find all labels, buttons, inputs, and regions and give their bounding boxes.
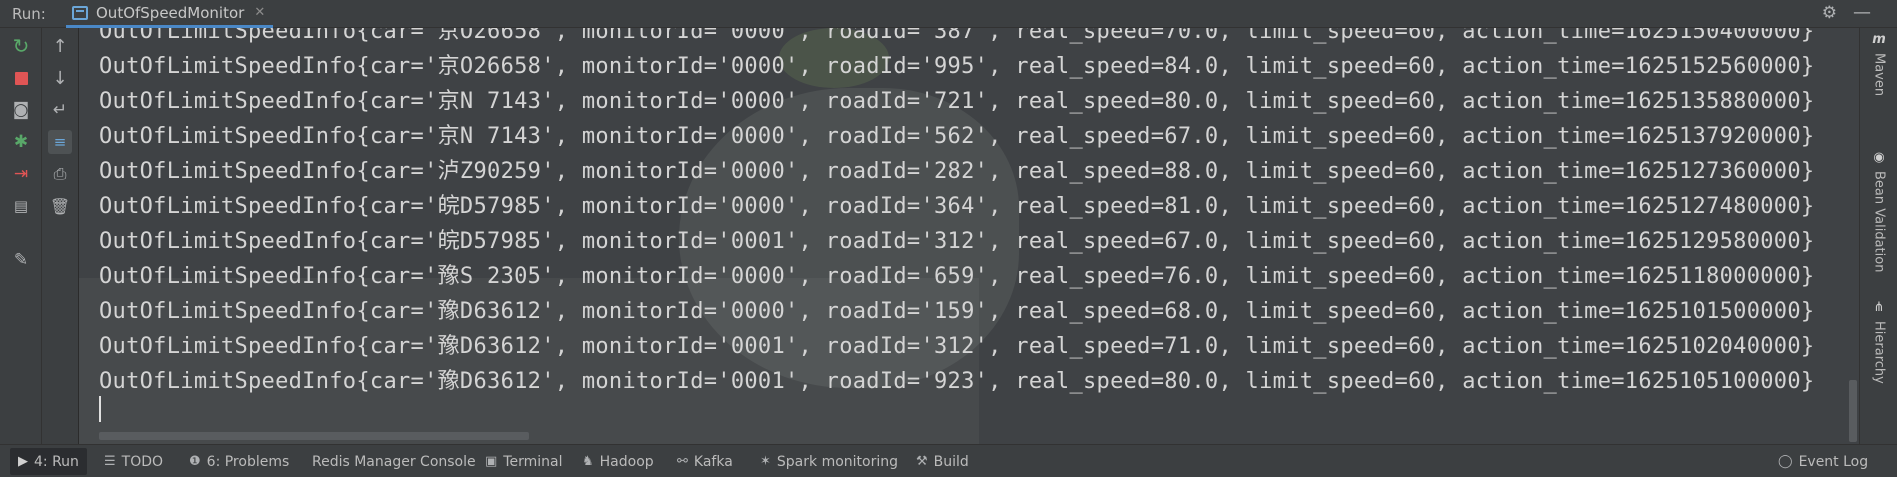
horizontal-scrollbar[interactable]	[99, 432, 529, 440]
terminal-icon: ▣	[485, 454, 498, 469]
bean-validation-label: Bean Validation	[1871, 171, 1887, 273]
text-caret	[99, 396, 101, 422]
tool-tab-event-log-label: Event Log	[1798, 453, 1869, 470]
pin-icon[interactable]: ✎	[9, 248, 33, 272]
trash-icon[interactable]: 🗑	[48, 194, 72, 218]
hierarchy-icon: ⋔	[1873, 300, 1885, 315]
console-line: OutOfLimitSpeedInfo{car='京O26658', monit…	[99, 54, 1815, 79]
tool-tab-terminal-label: Terminal	[503, 453, 563, 470]
camera-icon[interactable]: ◙	[9, 98, 33, 122]
run-actions-toolbar: ↻ ◙ ✱ ⇥ ▤ ✎	[0, 28, 42, 444]
kafka-icon: ⚯	[677, 454, 688, 469]
tool-tab-redis-label: Redis Manager Console	[312, 453, 476, 470]
play-icon: ▶	[18, 454, 28, 469]
print-icon[interactable]: ⎙	[48, 162, 72, 186]
tool-tab-spark[interactable]: ✶ Spark monitoring	[760, 445, 898, 477]
tool-tab-hadoop[interactable]: ♞ Hadoop	[582, 445, 654, 477]
hierarchy-tool-button[interactable]: ⋔ Hierarchy	[1864, 300, 1894, 384]
vertical-scrollbar[interactable]	[1849, 380, 1857, 442]
tool-tab-todo-label: TODO	[121, 453, 164, 470]
arrow-up-icon[interactable]: ↑	[48, 34, 72, 58]
console-line: OutOfLimitSpeedInfo{car='皖D57985', monit…	[99, 194, 1815, 219]
spark-icon: ✶	[760, 454, 771, 469]
tool-tab-terminal[interactable]: ▣ Terminal	[485, 445, 562, 477]
maven-label: Maven	[1871, 53, 1887, 97]
tool-tab-problems[interactable]: ❶ 6: Problems	[189, 445, 289, 477]
console-line: OutOfLimitSpeedInfo{car='京N 7143', monit…	[99, 124, 1815, 149]
hierarchy-label: Hierarchy	[1871, 321, 1887, 384]
console-line: OutOfLimitSpeedInfo{car='豫D63612', monit…	[99, 334, 1815, 359]
list-icon: ☰	[104, 454, 116, 469]
tool-tab-problems-label: 6: Problems	[206, 453, 290, 470]
tool-tab-spark-label: Spark monitoring	[776, 453, 898, 470]
tool-tab-redis[interactable]: Redis Manager Console	[312, 445, 476, 477]
tool-tab-event-log[interactable]: ◯ Event Log	[1778, 445, 1868, 477]
event-log-icon: ◯	[1778, 454, 1793, 469]
debug-icon[interactable]: ✱	[9, 130, 33, 154]
bottom-tool-bar: ▶ 4: Run ☰ TODO ❶ 6: Problems Redis Mana…	[0, 444, 1897, 477]
console-line: OutOfLimitSpeedInfo{car='豫D63612', monit…	[99, 299, 1815, 324]
console-output[interactable]: OutOfLimitSpeedInfo{car='京O26658', monit…	[79, 28, 1859, 444]
tool-tab-kafka[interactable]: ⚯ Kafka	[677, 445, 733, 477]
console-line: OutOfLimitSpeedInfo{car='京O26658', monit…	[99, 28, 1815, 44]
tool-tab-run[interactable]: ▶ 4: Run	[10, 448, 87, 475]
run-label: Run:	[12, 4, 46, 23]
rerun-icon[interactable]: ↻	[9, 34, 33, 58]
maven-icon: m	[1872, 32, 1886, 47]
exit-icon[interactable]: ⇥	[9, 162, 33, 186]
console-line: OutOfLimitSpeedInfo{car='京N 7143', monit…	[99, 89, 1815, 114]
console-line: OutOfLimitSpeedInfo{car='泸Z90259', monit…	[99, 159, 1815, 184]
right-tool-strip: m Maven ◉ Bean Validation ⋔ Hierarchy	[1859, 28, 1897, 444]
maven-tool-button[interactable]: m Maven	[1864, 32, 1894, 96]
scroll-to-end-icon[interactable]: ≡	[48, 130, 72, 154]
console-line: OutOfLimitSpeedInfo{car='豫S 2305', monit…	[99, 264, 1815, 289]
tool-tab-build[interactable]: ⚒ Build	[916, 445, 969, 477]
tool-tab-todo[interactable]: ☰ TODO	[104, 445, 163, 477]
soft-wrap-icon[interactable]: ↵	[48, 98, 72, 122]
close-icon[interactable]: ✕	[254, 5, 265, 20]
hadoop-icon: ♞	[582, 454, 594, 469]
tool-tab-hadoop-label: Hadoop	[599, 453, 654, 470]
tab-label: OutOfSpeedMonitor	[96, 3, 245, 22]
hammer-icon: ⚒	[916, 454, 928, 469]
tab-out-of-speed-monitor[interactable]: OutOfSpeedMonitor ✕	[66, 0, 274, 28]
run-config-icon	[72, 5, 88, 20]
console-line: OutOfLimitSpeedInfo{car='皖D57985', monit…	[99, 229, 1815, 254]
layout-icon[interactable]: ▤	[9, 194, 33, 218]
tool-tab-build-label: Build	[933, 453, 969, 470]
bean-icon: ◉	[1873, 150, 1885, 165]
info-icon: ❶	[189, 454, 201, 469]
tool-tab-kafka-label: Kafka	[693, 453, 733, 470]
tool-tab-run-label: 4: Run	[34, 453, 79, 470]
bean-validation-tool-button[interactable]: ◉ Bean Validation	[1864, 150, 1894, 272]
gear-icon[interactable]: ⚙	[1822, 3, 1837, 23]
console-lines: OutOfLimitSpeedInfo{car='京O26658', monit…	[99, 28, 1814, 399]
minimize-icon[interactable]: —	[1853, 2, 1871, 23]
stop-icon[interactable]	[9, 66, 33, 90]
console-actions-toolbar: ↑ ↓ ↵ ≡ ⎙ 🗑	[42, 28, 79, 444]
console-line: OutOfLimitSpeedInfo{car='豫D63612', monit…	[99, 369, 1815, 394]
arrow-down-icon[interactable]: ↓	[48, 66, 72, 90]
run-tool-window-header: Run: OutOfSpeedMonitor ✕ ⚙ —	[0, 0, 1897, 28]
